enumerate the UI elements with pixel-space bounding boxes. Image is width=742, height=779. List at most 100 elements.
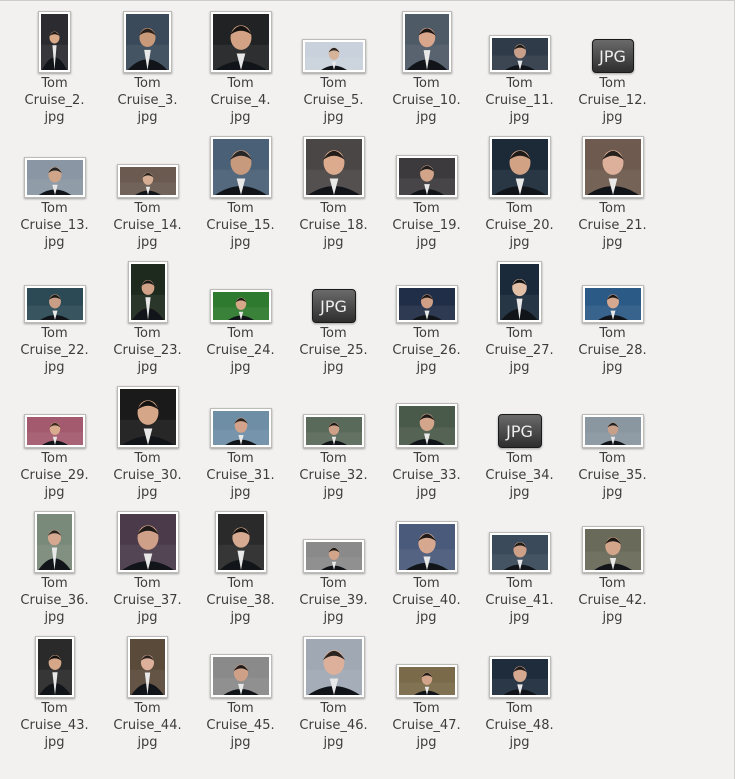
- file-item[interactable]: Tom Cruise_28. jpg: [566, 251, 659, 376]
- image-thumbnail[interactable]: [395, 403, 458, 448]
- file-item[interactable]: Tom Cruise_32. jpg: [287, 376, 380, 501]
- image-thumbnail[interactable]: [302, 539, 365, 573]
- file-name-line: jpg: [416, 735, 437, 750]
- file-item[interactable]: Tom Cruise_35. jpg: [566, 376, 659, 501]
- image-thumbnail[interactable]: [301, 39, 366, 73]
- image-thumbnail[interactable]: [209, 408, 272, 448]
- file-item[interactable]: Tom Cruise_33. jpg: [380, 376, 473, 501]
- image-thumbnail[interactable]: [581, 526, 644, 573]
- file-item[interactable]: Tom Cruise_45. jpg: [194, 626, 287, 751]
- image-thumbnail[interactable]: [488, 35, 551, 73]
- file-item[interactable]: Tom Cruise_23. jpg: [101, 251, 194, 376]
- photo-thumbnail-art: [217, 514, 264, 570]
- image-thumbnail[interactable]: [127, 261, 168, 323]
- image-thumbnail[interactable]: [395, 155, 458, 198]
- file-item[interactable]: JPG Tom Cruise_34. jpg: [473, 376, 566, 501]
- file-item[interactable]: Tom Cruise_4. jpg: [194, 1, 287, 126]
- file-item[interactable]: Tom Cruise_40. jpg: [380, 501, 473, 626]
- jpg-file-icon[interactable]: JPG: [497, 414, 542, 448]
- file-item[interactable]: Tom Cruise_20. jpg: [473, 126, 566, 251]
- file-item[interactable]: Tom Cruise_39. jpg: [287, 501, 380, 626]
- file-item[interactable]: Tom Cruise_43. jpg: [8, 626, 101, 751]
- file-item[interactable]: JPG Tom Cruise_25. jpg: [287, 251, 380, 376]
- image-thumbnail[interactable]: [209, 654, 272, 698]
- jpg-file-icon[interactable]: JPG: [311, 289, 356, 323]
- file-item[interactable]: Tom Cruise_2. jpg: [8, 1, 101, 126]
- thumbnail-area: [194, 384, 287, 448]
- file-item[interactable]: Tom Cruise_42. jpg: [566, 501, 659, 626]
- file-item[interactable]: Tom Cruise_11. jpg: [473, 1, 566, 126]
- image-thumbnail[interactable]: [34, 636, 75, 698]
- file-name-label: Tom Cruise_22. jpg: [8, 325, 101, 376]
- image-thumbnail[interactable]: [488, 656, 551, 698]
- image-thumbnail[interactable]: [302, 136, 365, 198]
- image-thumbnail[interactable]: [209, 136, 272, 198]
- image-thumbnail[interactable]: [34, 511, 75, 573]
- image-thumbnail[interactable]: [209, 289, 272, 323]
- file-item[interactable]: Tom Cruise_44. jpg: [101, 626, 194, 751]
- file-item[interactable]: Tom Cruise_5. jpg: [287, 1, 380, 126]
- file-item[interactable]: Tom Cruise_15. jpg: [194, 126, 287, 251]
- image-thumbnail[interactable]: [581, 285, 644, 323]
- file-icon-view[interactable]: Tom Cruise_2. jpg Tom Cruise_3. jpg Tom Cr…: [0, 0, 735, 779]
- image-thumbnail[interactable]: [395, 521, 458, 573]
- image-thumbnail[interactable]: [209, 11, 272, 73]
- file-item[interactable]: Tom Cruise_3. jpg: [101, 1, 194, 126]
- image-thumbnail[interactable]: [581, 136, 644, 198]
- file-item[interactable]: Tom Cruise_31. jpg: [194, 376, 287, 501]
- file-name-line: Cruise_33.: [392, 468, 461, 483]
- file-name-line: jpg: [230, 610, 251, 625]
- file-item[interactable]: Tom Cruise_10. jpg: [380, 1, 473, 126]
- image-thumbnail[interactable]: [302, 414, 365, 448]
- file-item[interactable]: Tom Cruise_14. jpg: [101, 126, 194, 251]
- file-item[interactable]: Tom Cruise_27. jpg: [473, 251, 566, 376]
- jpg-file-icon[interactable]: JPG: [591, 39, 634, 73]
- file-item[interactable]: Tom Cruise_26. jpg: [380, 251, 473, 376]
- image-thumbnail[interactable]: [497, 261, 542, 323]
- photo-thumbnail-art: [491, 535, 548, 570]
- image-thumbnail[interactable]: [488, 532, 551, 573]
- image-thumbnail[interactable]: [23, 414, 86, 448]
- image-thumbnail[interactable]: [581, 414, 644, 448]
- file-name-line: Tom: [413, 701, 440, 716]
- image-thumbnail[interactable]: [395, 285, 458, 323]
- file-item[interactable]: Tom Cruise_38. jpg: [194, 501, 287, 626]
- thumbnail-area: [101, 134, 194, 198]
- file-name-line: Cruise_14.: [113, 218, 182, 233]
- file-name-line: Tom: [506, 76, 533, 91]
- file-name-line: Cruise_45.: [206, 718, 275, 733]
- file-item[interactable]: JPG Tom Cruise_12. jpg: [566, 1, 659, 126]
- image-thumbnail[interactable]: [488, 136, 551, 198]
- file-item[interactable]: Tom Cruise_30. jpg: [101, 376, 194, 501]
- image-thumbnail[interactable]: [23, 285, 86, 323]
- image-thumbnail[interactable]: [38, 11, 71, 73]
- file-item[interactable]: Tom Cruise_48. jpg: [473, 626, 566, 751]
- image-thumbnail[interactable]: [116, 511, 179, 573]
- file-item[interactable]: Tom Cruise_21. jpg: [566, 126, 659, 251]
- file-name-line: Cruise_19.: [392, 218, 461, 233]
- image-thumbnail[interactable]: [127, 636, 168, 698]
- image-thumbnail[interactable]: [401, 11, 452, 73]
- image-thumbnail[interactable]: [23, 157, 86, 198]
- file-item[interactable]: Tom Cruise_18. jpg: [287, 126, 380, 251]
- file-item[interactable]: Tom Cruise_24. jpg: [194, 251, 287, 376]
- image-thumbnail[interactable]: [123, 11, 172, 73]
- image-thumbnail[interactable]: [116, 164, 179, 198]
- file-item[interactable]: Tom Cruise_37. jpg: [101, 501, 194, 626]
- image-thumbnail[interactable]: [214, 511, 267, 573]
- image-thumbnail[interactable]: [302, 636, 365, 698]
- file-item[interactable]: Tom Cruise_46. jpg: [287, 626, 380, 751]
- photo-thumbnail-art: [305, 417, 362, 445]
- image-thumbnail[interactable]: [116, 386, 179, 448]
- file-item[interactable]: Tom Cruise_19. jpg: [380, 126, 473, 251]
- file-name-line: Tom: [227, 701, 254, 716]
- image-thumbnail[interactable]: [395, 664, 458, 698]
- file-item[interactable]: Tom Cruise_22. jpg: [8, 251, 101, 376]
- file-item[interactable]: Tom Cruise_47. jpg: [380, 626, 473, 751]
- file-item[interactable]: Tom Cruise_29. jpg: [8, 376, 101, 501]
- thumbnail-area: [473, 259, 566, 323]
- file-item[interactable]: Tom Cruise_36. jpg: [8, 501, 101, 626]
- file-name-line: Tom: [41, 451, 68, 466]
- file-item[interactable]: Tom Cruise_41. jpg: [473, 501, 566, 626]
- file-item[interactable]: Tom Cruise_13. jpg: [8, 126, 101, 251]
